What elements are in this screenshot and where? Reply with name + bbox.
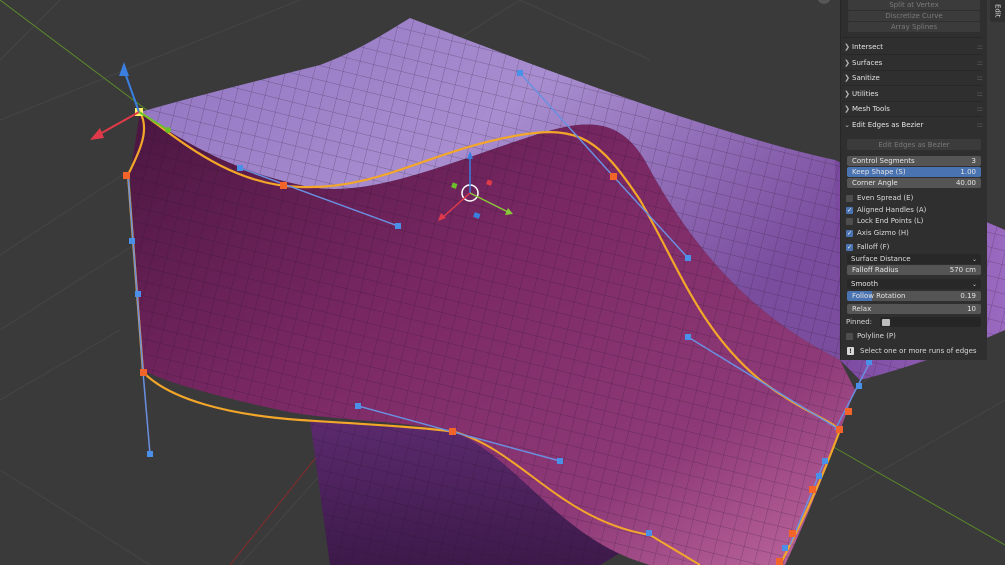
chevron-right-icon: ❯ bbox=[844, 43, 850, 51]
aligned-handles-checkbox[interactable]: ✓ Aligned Handles (A) bbox=[846, 205, 926, 215]
drag-grip-icon[interactable]: :::: bbox=[977, 121, 984, 129]
field-value: 10 bbox=[967, 305, 976, 313]
checkbox-box[interactable]: ✓ bbox=[846, 243, 853, 251]
panel-label: Surfaces bbox=[852, 59, 883, 67]
array-splines-button[interactable]: Array Splines bbox=[848, 22, 980, 32]
tab-edit-label: Edit bbox=[993, 4, 1002, 18]
axis-gizmo-checkbox[interactable]: ✓ Axis Gizmo (H) bbox=[846, 228, 909, 238]
panel-edit-edges-as-bezier[interactable]: ⌄ Edit Edges as Bezier :::: bbox=[842, 118, 984, 132]
chevron-right-icon: ❯ bbox=[844, 59, 850, 67]
field-value: 0.19 bbox=[960, 292, 976, 300]
field-label: Control Segments bbox=[852, 157, 915, 165]
checkbox-label: Falloff (F) bbox=[857, 243, 890, 251]
control-segments-field[interactable]: Control Segments 3 bbox=[847, 156, 981, 166]
field-label: Corner Angle bbox=[852, 179, 898, 187]
corner-angle-field[interactable]: Corner Angle 40.00 bbox=[847, 178, 981, 188]
even-spread-checkbox[interactable]: Even Spread (E) bbox=[846, 193, 913, 203]
divider bbox=[842, 85, 982, 86]
checkbox-label: Axis Gizmo (H) bbox=[857, 229, 909, 237]
chevron-down-icon: ⌄ bbox=[971, 255, 977, 263]
divider bbox=[842, 37, 982, 38]
panel-intersect[interactable]: ❯ Intersect :::: bbox=[842, 40, 984, 54]
falloff-radius-field[interactable]: Falloff Radius 570 cm bbox=[847, 265, 981, 275]
field-value: 570 cm bbox=[949, 266, 976, 274]
checkbox-box[interactable] bbox=[846, 217, 853, 225]
panel-sanitize[interactable]: ❯ Sanitize :::: bbox=[842, 71, 984, 85]
polyline-checkbox[interactable]: Polyline (P) bbox=[846, 331, 896, 341]
chevron-right-icon: ❯ bbox=[844, 90, 850, 98]
panel-mesh-tools[interactable]: ❯ Mesh Tools :::: bbox=[842, 102, 984, 116]
axis-x-line-right bbox=[829, 444, 1005, 546]
vertex-group-icon bbox=[882, 318, 890, 326]
panel-label: Mesh Tools bbox=[852, 105, 890, 113]
field-value: 40.00 bbox=[955, 179, 976, 187]
info-message: Select one or more runs of edges bbox=[860, 347, 977, 355]
drag-grip-icon[interactable]: :::: bbox=[977, 105, 984, 113]
pinned-label: Pinned: bbox=[846, 318, 872, 326]
field-value: 3 bbox=[971, 157, 976, 165]
checkbox-label: Polyline (P) bbox=[857, 332, 896, 340]
tab-edit[interactable]: Edit bbox=[990, 0, 1005, 22]
falloff-checkbox[interactable]: ✓ Falloff (F) bbox=[846, 242, 889, 252]
field-label: Falloff Radius bbox=[852, 266, 899, 274]
chevron-down-icon: ⌄ bbox=[971, 280, 977, 288]
edit-edges-as-bezier-button[interactable]: Edit Edges as Bezier bbox=[847, 139, 981, 150]
drag-grip-icon[interactable]: :::: bbox=[977, 43, 984, 51]
checkbox-label: Lock End Points (L) bbox=[857, 217, 924, 225]
checkbox-label: Even Spread (E) bbox=[857, 194, 914, 202]
panel-label: Sanitize bbox=[852, 74, 880, 82]
chevron-right-icon: ❯ bbox=[844, 74, 850, 82]
drag-grip-icon[interactable]: :::: bbox=[977, 59, 984, 67]
chevron-right-icon: ❯ bbox=[844, 105, 850, 113]
panel-surfaces[interactable]: ❯ Surfaces :::: bbox=[842, 56, 984, 70]
checkbox-box[interactable] bbox=[846, 332, 853, 340]
info-icon: ! bbox=[847, 347, 854, 355]
falloff-curve-dropdown[interactable]: Smooth ⌄ bbox=[847, 279, 981, 289]
follow-rotation-slider[interactable]: Follow Rotation 0.19 bbox=[847, 291, 981, 301]
axis-y-line bbox=[229, 439, 331, 565]
falloff-mode-dropdown[interactable]: Surface Distance ⌄ bbox=[847, 254, 981, 264]
relax-field[interactable]: Relax 10 bbox=[847, 304, 981, 314]
panel-label: Edit Edges as Bezier bbox=[852, 121, 924, 129]
dropdown-value: Surface Distance bbox=[851, 255, 911, 263]
discretize-curve-button[interactable]: Discretize Curve bbox=[848, 11, 980, 21]
field-label: Follow Rotation bbox=[852, 292, 906, 300]
lock-end-points-checkbox[interactable]: Lock End Points (L) bbox=[846, 216, 923, 226]
checkbox-box[interactable]: ✓ bbox=[846, 229, 853, 237]
checkbox-label: Aligned Handles (A) bbox=[857, 206, 927, 214]
chevron-down-icon: ⌄ bbox=[844, 121, 850, 129]
divider bbox=[842, 54, 982, 55]
pinned-field[interactable] bbox=[880, 317, 981, 327]
drag-grip-icon[interactable]: :::: bbox=[977, 74, 984, 82]
keep-shape-field[interactable]: Keep Shape (S) 1.00 bbox=[847, 167, 981, 177]
divider bbox=[842, 116, 982, 117]
panel-utilities[interactable]: ❯ Utilities :::: bbox=[842, 87, 984, 101]
field-label: Keep Shape (S) bbox=[852, 168, 906, 176]
field-value: 1.00 bbox=[960, 168, 976, 176]
dropdown-value: Smooth bbox=[851, 280, 879, 288]
checkbox-box[interactable] bbox=[846, 194, 853, 202]
split-at-vertex-button[interactable]: Split at Vertex bbox=[848, 0, 980, 10]
checkbox-box[interactable]: ✓ bbox=[846, 206, 853, 214]
panel-label: Intersect bbox=[852, 43, 883, 51]
field-label: Relax bbox=[852, 305, 872, 313]
panel-label: Utilities bbox=[852, 90, 879, 98]
drag-grip-icon[interactable]: :::: bbox=[977, 90, 984, 98]
